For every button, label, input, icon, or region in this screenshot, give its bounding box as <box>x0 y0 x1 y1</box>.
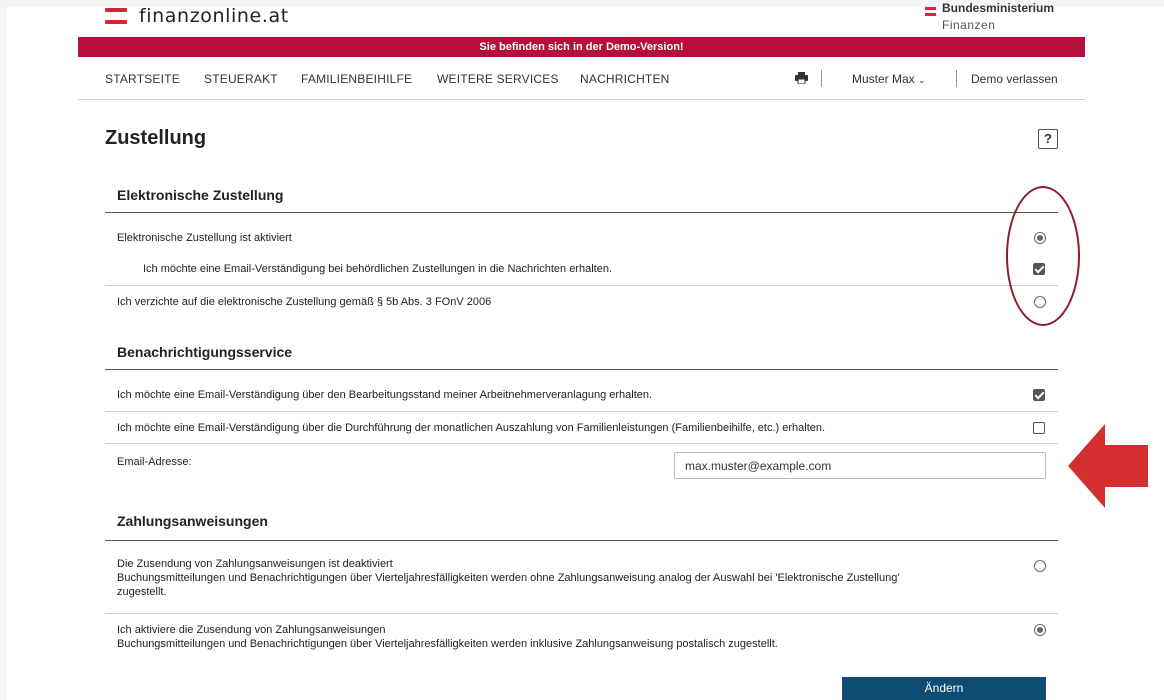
printer-icon[interactable] <box>795 72 808 84</box>
chevron-down-icon: ⌄ <box>918 75 926 85</box>
checkbox-email-notice[interactable] <box>1033 263 1045 275</box>
option-label-electronic-active: Elektronische Zustellung ist aktiviert <box>117 232 292 244</box>
arrow-left-icon <box>1068 424 1148 508</box>
radio-payment-on[interactable] <box>1034 624 1046 636</box>
section-divider <box>105 540 1058 541</box>
radio-payment-off[interactable] <box>1034 560 1046 572</box>
option-label-payment-on-line2: Buchungsmitteilungen und Benachrichtigun… <box>117 638 778 650</box>
user-menu[interactable]: Muster Max ⌄ <box>852 72 926 86</box>
radio-electronic-active[interactable] <box>1034 232 1046 244</box>
logout-link[interactable]: Demo verlassen <box>971 72 1058 86</box>
ministry-name: Bundesministerium <box>942 1 1055 15</box>
section-divider <box>105 369 1058 370</box>
row-divider <box>105 613 1058 614</box>
option-label-email-notice: Ich möchte eine Email-Verständigung bei … <box>143 263 613 275</box>
left-gutter <box>0 0 7 700</box>
page-title: Zustellung <box>105 127 207 149</box>
nav-separator <box>821 70 822 87</box>
submit-button[interactable]: Ändern <box>842 677 1046 700</box>
email-field[interactable] <box>674 452 1046 479</box>
section-divider <box>105 212 1058 213</box>
row-divider <box>105 411 1058 412</box>
section-title-elektronische-zustellung: Elektronische Zustellung <box>117 187 284 203</box>
demo-banner: Sie befinden sich in der Demo-Version! <box>78 37 1085 57</box>
radio-electronic-waive[interactable] <box>1034 296 1046 308</box>
nav-item-weitere-services[interactable]: WEITERE SERVICES <box>437 72 559 86</box>
option-label-payment-off: Die Zusendung von Zahlungsanweisungen is… <box>117 557 937 599</box>
logo-flag-icon <box>105 8 127 24</box>
option-label-anv-notice: Ich möchte eine Email-Verständigung über… <box>117 389 653 401</box>
nav-divider <box>78 99 1085 100</box>
ministry-flag-stripe <box>925 13 936 16</box>
nav-item-familienbeihilfe[interactable]: FAMILIENBEIHILFE <box>301 72 412 86</box>
user-name: Muster Max <box>852 72 915 86</box>
option-label-payment-on-line1: Ich aktiviere die Zusendung von Zahlungs… <box>117 624 386 636</box>
help-button[interactable]: ? <box>1038 129 1058 149</box>
ministry-flag-icon <box>925 7 936 10</box>
option-label-family-notice: Ich möchte eine Email-Verständigung über… <box>117 422 826 434</box>
checkbox-anv-notice[interactable] <box>1033 389 1045 401</box>
main-nav: STARTSEITE STEUERAKT FAMILIENBEIHILFE WE… <box>105 58 1065 98</box>
option-label-payment-on: Ich aktiviere die Zusendung von Zahlungs… <box>117 623 937 651</box>
option-label-electronic-waive: Ich verzichte auf die elektronische Zust… <box>117 296 492 308</box>
nav-item-steuerakt[interactable]: STEUERAKT <box>204 72 278 86</box>
option-label-payment-off-line2: Buchungsmitteilungen und Benachrichtigun… <box>117 572 900 598</box>
section-title-benachrichtigungsservice: Benachrichtigungsservice <box>117 344 293 360</box>
row-divider <box>105 443 1058 444</box>
row-divider <box>105 285 1058 286</box>
email-label: Email-Adresse: <box>117 456 192 468</box>
option-label-payment-off-line1: Die Zusendung von Zahlungsanweisungen is… <box>117 558 393 570</box>
checkbox-family-notice[interactable] <box>1033 422 1045 434</box>
finanzonline-logo[interactable]: finanzonline.at <box>105 5 289 27</box>
nav-item-startseite[interactable]: STARTSEITE <box>105 72 180 86</box>
nav-separator <box>956 70 957 87</box>
ministry-sub: Finanzen <box>942 18 996 32</box>
logo-text: finanzonline.at <box>139 5 289 27</box>
section-title-zahlungsanweisungen: Zahlungsanweisungen <box>117 513 268 529</box>
nav-item-nachrichten[interactable]: NACHRICHTEN <box>580 72 670 86</box>
